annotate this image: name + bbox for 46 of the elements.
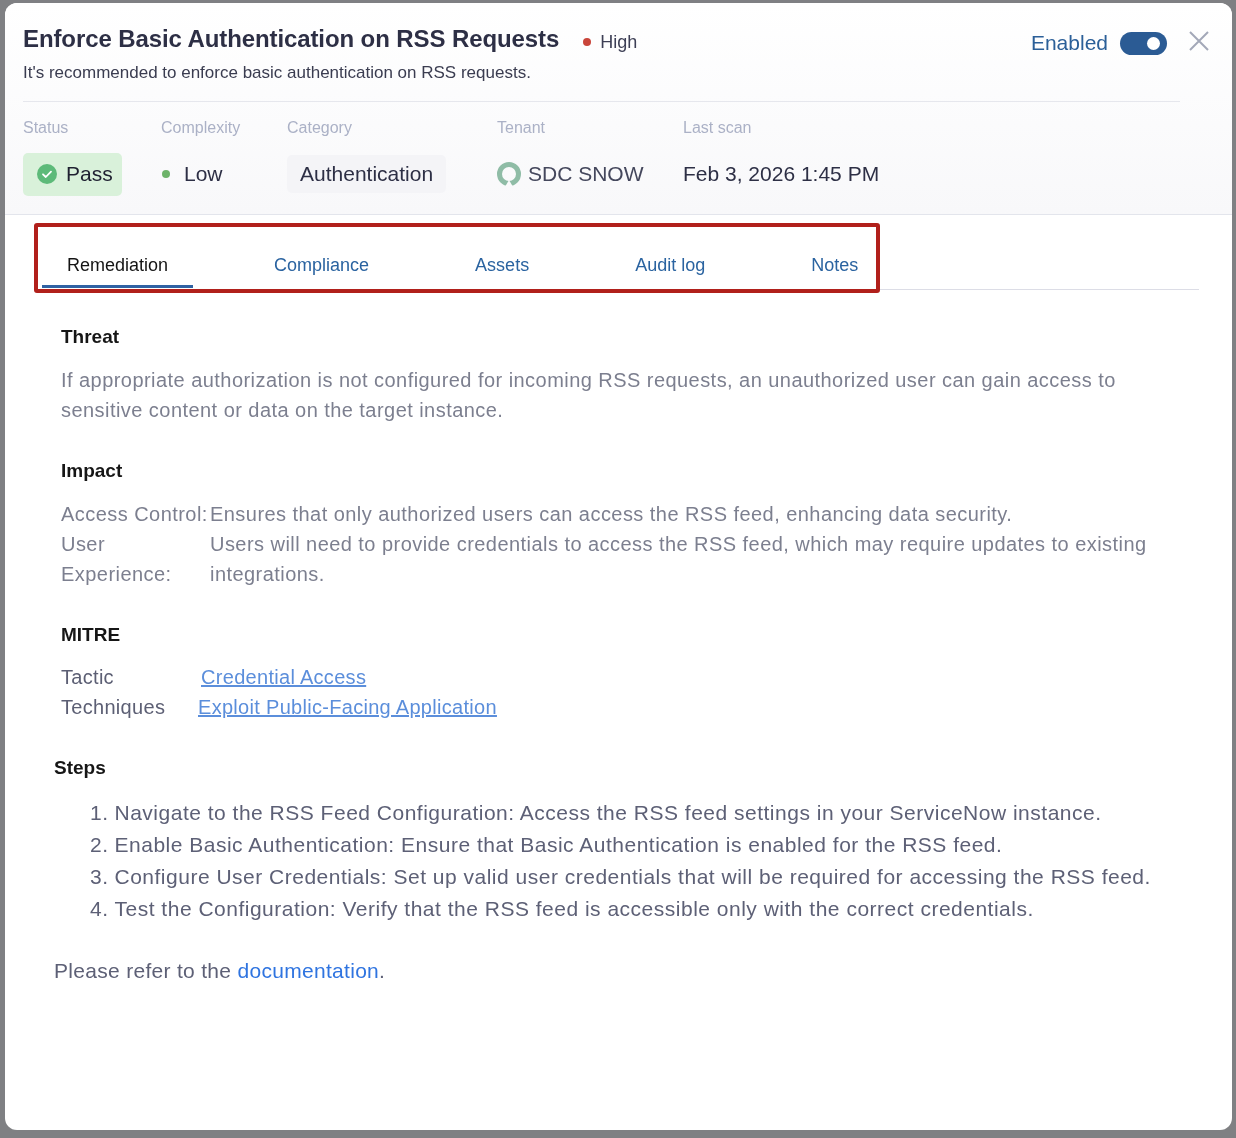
section-heading: Steps bbox=[54, 756, 107, 780]
meta-label: Last scan bbox=[683, 118, 752, 138]
tab[interactable]: Assets bbox=[450, 255, 555, 288]
meta-label: Complexity bbox=[161, 118, 241, 138]
category-tag: Authentication bbox=[287, 155, 447, 193]
step-number: 4. bbox=[90, 896, 109, 922]
step-number: 1. bbox=[90, 800, 109, 826]
step-text: Test the Configuration: Verify that the RSS feed is accessible only with the correct credentials. bbox=[114, 896, 1034, 922]
step-number: 3. bbox=[90, 864, 109, 890]
tenant-ring-icon bbox=[497, 162, 521, 186]
step-text: Configure User Credentials: Set up valid user credentials that will be required for accessing the RSS feed. bbox=[114, 864, 1151, 890]
status-text: Pass bbox=[66, 162, 113, 186]
meta-label: Status bbox=[23, 118, 69, 138]
enabled-label: Enabled bbox=[1030, 31, 1108, 55]
dialog-subtitle: It's recommended to enforce basic authentication on RSS requests. bbox=[23, 63, 532, 83]
tab[interactable]: Notes bbox=[786, 255, 884, 288]
mitre-link[interactable]: Exploit Public-Facing Application bbox=[198, 696, 497, 718]
mitre-label: Tactic bbox=[61, 665, 115, 690]
tab[interactable]: Remediation bbox=[42, 255, 194, 288]
step-number: 2. bbox=[90, 832, 109, 858]
section-heading: Threat bbox=[61, 325, 121, 349]
last-scan-value: Feb 3, 2026 1:45 PM bbox=[683, 162, 880, 186]
dialog-title: Enforce Basic Authentication on RSS Requests bbox=[23, 25, 560, 53]
severity-label: High bbox=[600, 31, 638, 53]
tab[interactable]: Compliance bbox=[249, 255, 395, 288]
threat-text: If appropriate authorization is not configured for incoming RSS requests, an unauthorized user can gain access to sensitive content or data on the target instance. bbox=[61, 368, 1117, 423]
check-circle-icon bbox=[37, 164, 57, 184]
tab[interactable]: Audit log bbox=[610, 255, 731, 288]
meta-label: Category bbox=[287, 118, 352, 138]
mitre-link[interactable]: Credential Access bbox=[201, 666, 367, 688]
reference-text: Please refer to the documentation. bbox=[54, 959, 387, 983]
mitre-label: Techniques bbox=[61, 695, 167, 720]
step-text: Enable Basic Authentication: Ensure that Basic Authentication is enabled for the RSS feed. bbox=[114, 832, 1003, 858]
section-heading: MITRE bbox=[61, 623, 122, 647]
section-heading: Impact bbox=[61, 459, 124, 483]
step-text: Navigate to the RSS Feed Configuration: Access the RSS feed settings in your ServiceNow instance. bbox=[114, 800, 1102, 826]
impact-text: Users will need to provide credentials to access the RSS feed, which may require updates to existing integrations. bbox=[210, 532, 1148, 587]
complexity-value: Low bbox=[184, 162, 223, 186]
enabled-toggle[interactable] bbox=[1120, 31, 1167, 55]
impact-label: Access Control: bbox=[61, 502, 209, 527]
documentation-link[interactable]: documentation bbox=[237, 959, 380, 982]
meta-label: Tenant bbox=[497, 118, 546, 138]
impact-text: Ensures that only authorized users can access the RSS feed, enhancing data security. bbox=[210, 502, 1014, 527]
tenant-value: SDC SNOW bbox=[528, 162, 644, 186]
close-icon bbox=[1189, 31, 1209, 51]
impact-label: User Experience: bbox=[61, 532, 173, 587]
